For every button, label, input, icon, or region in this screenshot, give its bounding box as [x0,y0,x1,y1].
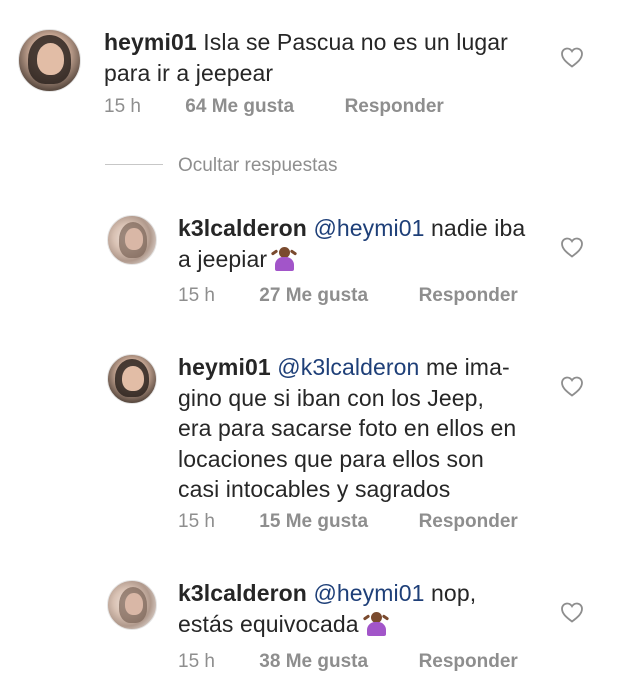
comment-likes[interactable]: 38 Me gusta [259,651,413,673]
comment-username[interactable]: heymi01 [178,354,271,380]
reply-button[interactable]: Responder [419,651,518,673]
person-shrugging-emoji [362,611,389,636]
hide-replies-button[interactable]: Ocultar respuestas [178,155,337,177]
comment-text-continued: estás equivocada [178,610,359,637]
avatar-k3lcalderon[interactable] [107,580,157,630]
comment-time: 15 h [178,285,215,306]
comment-mention[interactable]: @heymi01 [313,215,424,241]
heart-outline-icon[interactable] [560,236,584,258]
comment-likes[interactable]: 64 Me gusta [185,96,339,118]
reply-button[interactable]: Responder [419,285,518,307]
comment-username[interactable]: k3lcalderon [178,580,307,606]
avatar-k3lcalderon[interactable] [107,215,157,265]
comment-line: locaciones que para ellos son [178,445,484,472]
comment-time: 15 h [178,511,215,532]
comment-body: heymi01 Isla se Pascua no es un lugar pa… [104,27,564,88]
comment-username[interactable]: k3lcalderon [178,215,307,241]
person-shrugging-emoji [270,246,298,271]
comment-text: nop, [431,580,477,606]
comment-meta: 15 h 27 Me gusta Responder [178,285,518,307]
comment-text: nadie iba [431,215,526,241]
comment-mention[interactable]: @k3lcalderon [277,354,419,380]
heart-outline-icon[interactable] [560,375,584,397]
comment-likes[interactable]: 27 Me gusta [259,285,413,307]
comment-likes[interactable]: 15 Me gusta [259,511,413,533]
comment-meta: 15 h 38 Me gusta Responder [178,651,518,673]
comment-text-continued: a jeepiar [178,245,268,272]
comment-line: gino que si iban con los Jeep, [178,384,485,411]
reply-button[interactable]: Responder [345,96,444,118]
comment-username[interactable]: heymi01 [104,29,197,55]
heart-outline-icon[interactable] [560,46,584,68]
comment-line: era para sacarse foto en ellos en [178,415,517,441]
comment-text: Isla se Pascua no es un lugar [203,29,508,55]
comment-body: k3lcalderon @heymi01 nop, estás equivoca… [178,578,558,639]
comment-mention[interactable]: @heymi01 [313,580,424,606]
comment-time: 15 h [178,651,215,672]
comment-meta: 15 h 15 Me gusta Responder [178,511,518,533]
comment-text: me ima- [425,354,510,380]
comment-body: heymi01 @k3lcalderon me ima- gino que si… [178,352,558,505]
comment-time: 15 h [104,96,141,117]
avatar-heymi01[interactable] [18,29,81,92]
comment-text-continued: para ir a jeepear [104,59,274,86]
comment-line: casi intocables y sagrados [178,476,451,502]
comment-body: k3lcalderon @heymi01 nadie iba a jeepiar [178,213,558,274]
reply-button[interactable]: Responder [419,511,518,533]
heart-outline-icon[interactable] [560,601,584,623]
hide-replies-divider [105,164,163,165]
comment-meta: 15 h 64 Me gusta Responder [104,96,444,118]
avatar-heymi01[interactable] [107,354,157,404]
